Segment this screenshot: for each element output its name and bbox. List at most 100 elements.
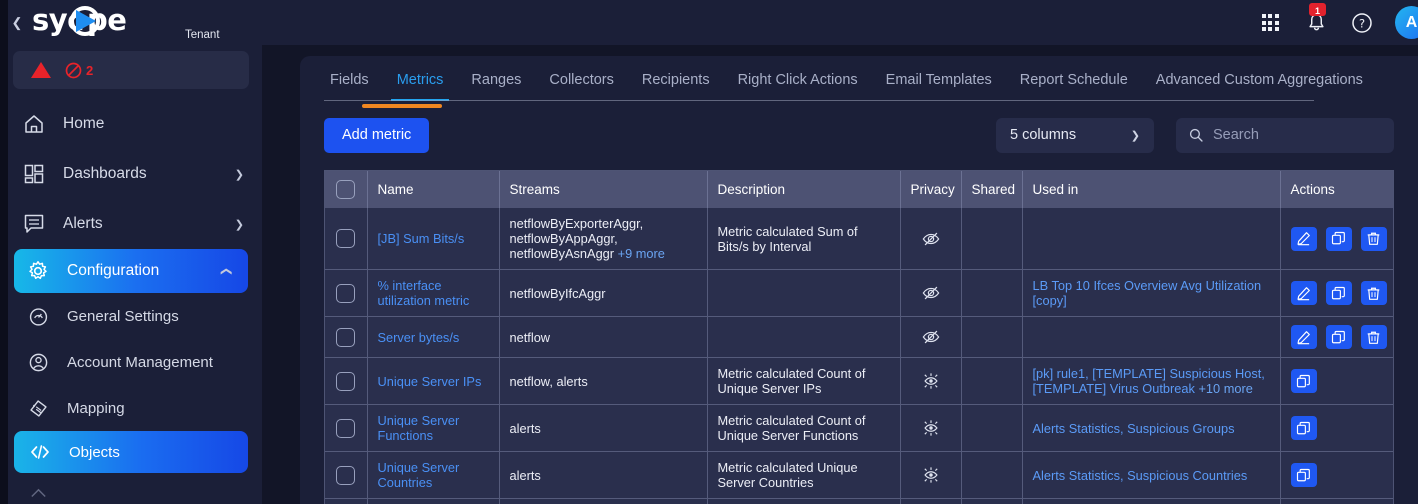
header-used-in[interactable]: Used in: [1022, 171, 1281, 208]
bell-icon[interactable]: 1: [1303, 2, 1329, 36]
sidebar-item-objects[interactable]: Objects: [14, 431, 248, 473]
grid-apps-icon[interactable]: [1257, 10, 1283, 36]
sidebar-item-mapping[interactable]: Mapping: [0, 385, 262, 431]
search-input[interactable]: [1213, 127, 1381, 143]
clone-button[interactable]: [1290, 463, 1317, 487]
tab-fields[interactable]: Fields: [324, 72, 383, 100]
tab-recipients[interactable]: Recipients: [628, 72, 724, 100]
chevron-left-icon[interactable]: ❮: [8, 13, 26, 33]
cell-shared: [961, 451, 1023, 499]
chevron-up-icon[interactable]: ❯: [219, 266, 232, 275]
brand-logo[interactable]: syc pe Tenant: [32, 4, 220, 41]
table-row[interactable]: Server bytes/s netflow: [325, 316, 1394, 358]
cell-used-in: [1022, 316, 1281, 358]
row-checkbox[interactable]: [336, 371, 356, 391]
home-icon: [22, 112, 46, 136]
header-shared[interactable]: Shared: [961, 171, 1023, 208]
table-row[interactable]: Unique Server ASNsnetflow, alertsMetric …: [325, 498, 1393, 504]
cell-select: [325, 451, 368, 499]
edit-button[interactable]: [1290, 226, 1317, 251]
cell-streams: netflow: [499, 316, 708, 358]
used-in-more-link[interactable]: +10 more: [1198, 381, 1252, 396]
tab-metrics[interactable]: Metrics: [383, 72, 458, 101]
blocked-circle-icon: [65, 62, 82, 78]
metric-name-link[interactable]: Unique Server Countries: [378, 460, 460, 490]
search-box[interactable]: [1176, 117, 1394, 153]
sidebar-item-general-settings[interactable]: General Settings: [0, 293, 262, 339]
sidebar-item-account-management[interactable]: Account Management: [0, 339, 262, 385]
sidebar-item-label: Mapping: [67, 399, 125, 417]
clone-button[interactable]: [1325, 325, 1352, 349]
header-streams[interactable]: Streams: [499, 171, 708, 208]
clone-button[interactable]: [1325, 281, 1352, 305]
cell-description: Metric calculated Sum of Bits/s by Inter…: [707, 208, 901, 270]
delete-button[interactable]: [1360, 226, 1387, 251]
alert-status-chip[interactable]: 2: [13, 51, 249, 89]
used-in-link[interactable]: LB Top 10 Ifces Overview Avg Utilization…: [1033, 278, 1262, 308]
edit-button[interactable]: [1290, 325, 1317, 349]
metric-name-link[interactable]: Server bytes/s: [378, 330, 460, 345]
cell-streams: alerts: [499, 404, 708, 452]
avatar[interactable]: A: [1395, 6, 1418, 39]
delete-button[interactable]: [1360, 281, 1387, 305]
eye-off-icon: [922, 286, 939, 300]
metric-name-link[interactable]: Unique Server Functions: [378, 413, 460, 443]
tab-right-click-actions[interactable]: Right Click Actions: [724, 72, 872, 100]
used-in-link[interactable]: Alerts Statistics, Suspicious Groups: [1033, 421, 1235, 436]
sidebar-item-partial-below[interactable]: [0, 473, 262, 504]
header-privacy[interactable]: Privacy: [900, 171, 962, 208]
delete-button[interactable]: [1360, 325, 1387, 349]
clone-button[interactable]: [1290, 369, 1317, 393]
sidebar-item-dashboards[interactable]: Dashboards ❯: [0, 149, 262, 199]
metric-name-link[interactable]: [JB] Sum Bits/s: [378, 231, 465, 246]
used-in-link[interactable]: Alerts Statistics, Suspicious Countries: [1033, 468, 1248, 483]
select-all-checkbox[interactable]: [336, 180, 356, 199]
row-checkbox[interactable]: [336, 327, 356, 347]
tab-email-templates[interactable]: Email Templates: [872, 72, 1006, 100]
chevron-down-icon[interactable]: ❯: [235, 218, 244, 231]
edit-button[interactable]: [1290, 281, 1317, 305]
table-row[interactable]: Unique Server Countries alerts Metric calc…: [325, 451, 1393, 499]
columns-select-value: 5 columns: [1010, 127, 1077, 143]
table-body: [JB] Sum Bits/s netflowByExporterAggr, ne…: [325, 208, 1394, 504]
sidebar-item-configuration[interactable]: Configuration ❯: [14, 249, 248, 293]
row-checkbox[interactable]: [336, 465, 356, 485]
chevron-down-icon[interactable]: ❯: [235, 168, 244, 181]
header-name[interactable]: Name: [367, 171, 500, 208]
add-metric-button[interactable]: Add metric: [324, 117, 430, 153]
table-row[interactable]: % interface utilization metric netflowByI…: [325, 269, 1393, 317]
tab-report-schedule[interactable]: Report Schedule: [1006, 72, 1142, 100]
row-checkbox[interactable]: [336, 229, 356, 248]
sidebar-item-alerts[interactable]: Alerts ❯: [0, 199, 262, 249]
question-circle-icon[interactable]: ?: [1349, 10, 1375, 36]
gear-icon: [26, 259, 50, 283]
table-row[interactable]: [JB] Sum Bits/s netflowByExporterAggr, ne…: [325, 208, 1393, 270]
cell-used-in: [1022, 208, 1281, 270]
tab-bar: Fields Metrics Ranges Collectors Recipie…: [324, 56, 1394, 101]
metric-name-link[interactable]: Unique Server IPs: [378, 374, 482, 389]
table-row[interactable]: Unique Server IPs netflow, alerts Metric c…: [325, 357, 1393, 405]
sidebar-item-home[interactable]: Home: [0, 99, 262, 149]
cell-used-in: LB Top 10 Ifces Overview Avg Utilization…: [1022, 269, 1281, 317]
cell-shared: [961, 316, 1023, 358]
clone-button[interactable]: [1325, 226, 1352, 251]
cell-streams: netflow, alerts: [499, 498, 708, 504]
cell-select: [325, 208, 368, 270]
cell-privacy: [900, 451, 962, 499]
row-checkbox[interactable]: [336, 283, 356, 303]
sidebar-item-label: Account Management: [67, 353, 213, 371]
columns-select[interactable]: 5 columns ❯: [996, 117, 1154, 153]
streams-more-link[interactable]: +9 more: [618, 246, 665, 261]
tab-advanced-custom-aggregations[interactable]: Advanced Custom Aggregations: [1142, 72, 1377, 100]
clone-button[interactable]: [1290, 416, 1317, 440]
cell-description: Metric calculated Count of Unique Server…: [707, 357, 901, 405]
row-checkbox[interactable]: [336, 418, 356, 438]
row-actions: [1290, 325, 1394, 349]
table-row[interactable]: Unique Server Functions alerts Metric calc…: [325, 404, 1393, 452]
metric-name-link[interactable]: % interface utilization metric: [378, 278, 470, 308]
gauge-icon: [26, 304, 50, 328]
tab-ranges[interactable]: Ranges: [457, 72, 535, 100]
header-description[interactable]: Description: [707, 171, 901, 208]
app-root: ❮ syc pe Tenant 2 Home Dashboards ❯ Aler…: [0, 0, 1418, 504]
tab-collectors[interactable]: Collectors: [535, 72, 627, 100]
